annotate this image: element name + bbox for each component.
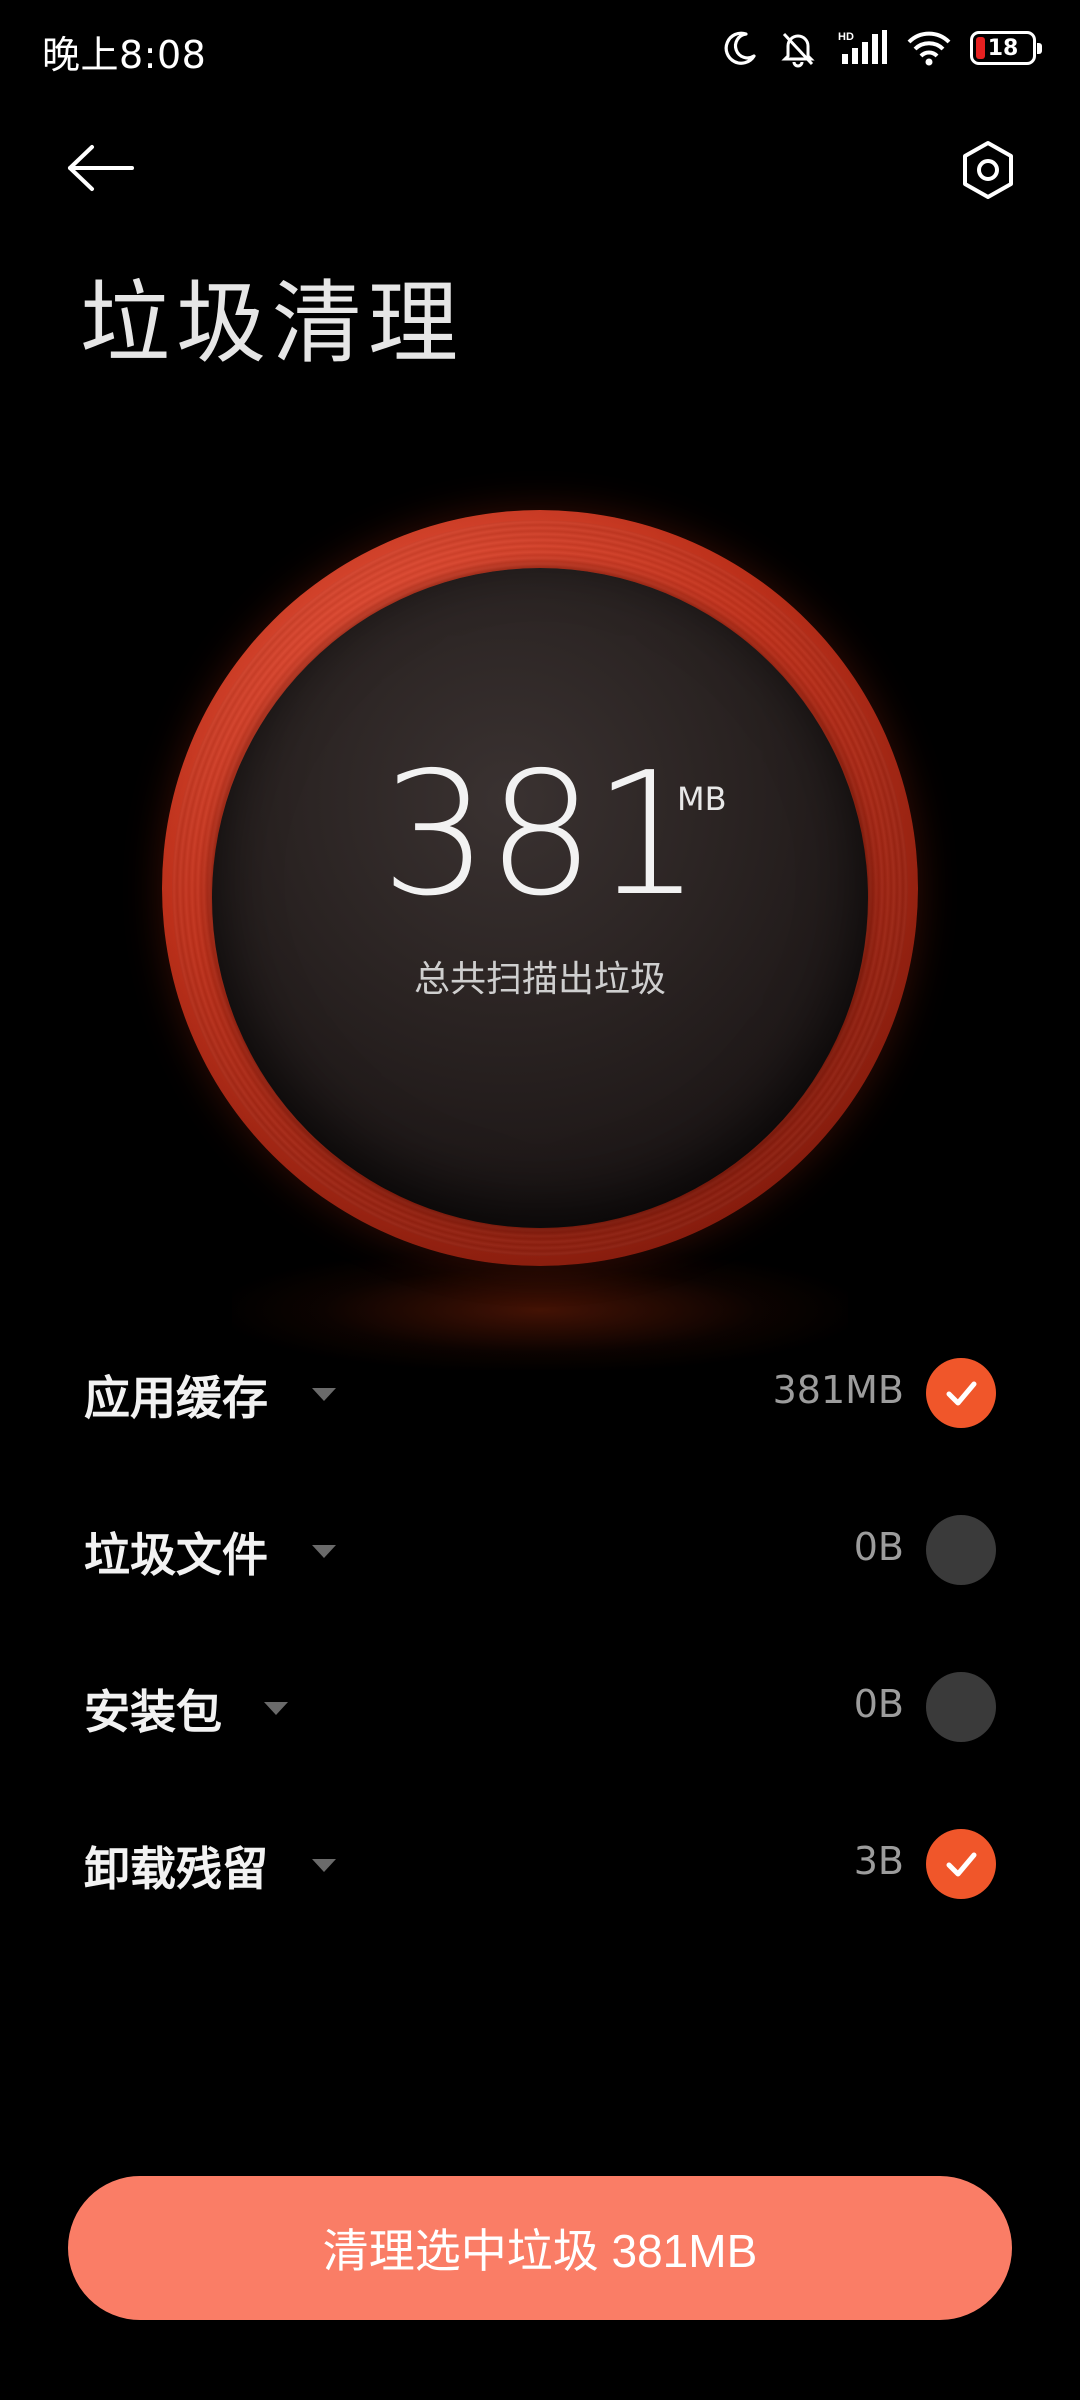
status-icons: HD 18 [720,26,1042,70]
scan-result-sphere: 381 MB 总共扫描出垃圾 [162,510,918,1370]
item-size: 3B [853,1839,904,1883]
status-time: 晚上8:08 [42,33,207,77]
list-item-install-packages[interactable]: 安装包 0B [0,1644,1080,1764]
settings-button[interactable] [952,136,1024,208]
item-size: 381MB [772,1368,904,1412]
wifi-icon [906,28,952,68]
check-icon [946,1381,977,1406]
caret-down-icon[interactable] [264,1702,288,1715]
bell-off-icon [778,28,818,68]
total-size-unit: MB [677,780,727,818]
caret-down-icon[interactable] [312,1545,336,1558]
clean-selected-button[interactable]: 清理选中垃圾 381MB [68,2176,1012,2320]
status-bar: 晚上8:08 HD 18 [0,0,1080,96]
item-checkbox[interactable] [926,1515,996,1585]
battery-icon: 18 [970,31,1042,65]
caret-down-icon[interactable] [312,1388,336,1401]
item-size: 0B [853,1682,904,1726]
signal-hd-icon: HD [836,28,888,68]
page-title: 垃圾清理 [80,271,464,376]
back-button[interactable] [66,130,166,210]
total-size-caption: 总共扫描出垃圾 [413,959,666,1000]
svg-text:HD: HD [838,31,854,43]
item-label: 卸载残留 [84,1842,268,1896]
item-checkbox[interactable] [926,1829,996,1899]
item-size: 0B [853,1525,904,1569]
arrow-left-icon [66,143,136,197]
caret-down-icon[interactable] [312,1859,336,1872]
item-label: 垃圾文件 [84,1528,268,1582]
settings-hex-icon [958,140,1018,204]
item-label: 应用缓存 [84,1371,268,1425]
item-label: 安装包 [84,1685,222,1739]
item-checkbox[interactable] [926,1358,996,1428]
list-item-uninstall-residue[interactable]: 卸载残留 3B [0,1801,1080,1921]
moon-icon [720,28,760,68]
list-item-app-cache[interactable]: 应用缓存 381MB [0,1330,1080,1450]
check-icon [946,1852,977,1877]
list-item-junk-files[interactable]: 垃圾文件 0B [0,1487,1080,1607]
item-checkbox[interactable] [926,1672,996,1742]
total-size-value: 381 [380,736,701,934]
battery-level: 18 [987,35,1019,61]
